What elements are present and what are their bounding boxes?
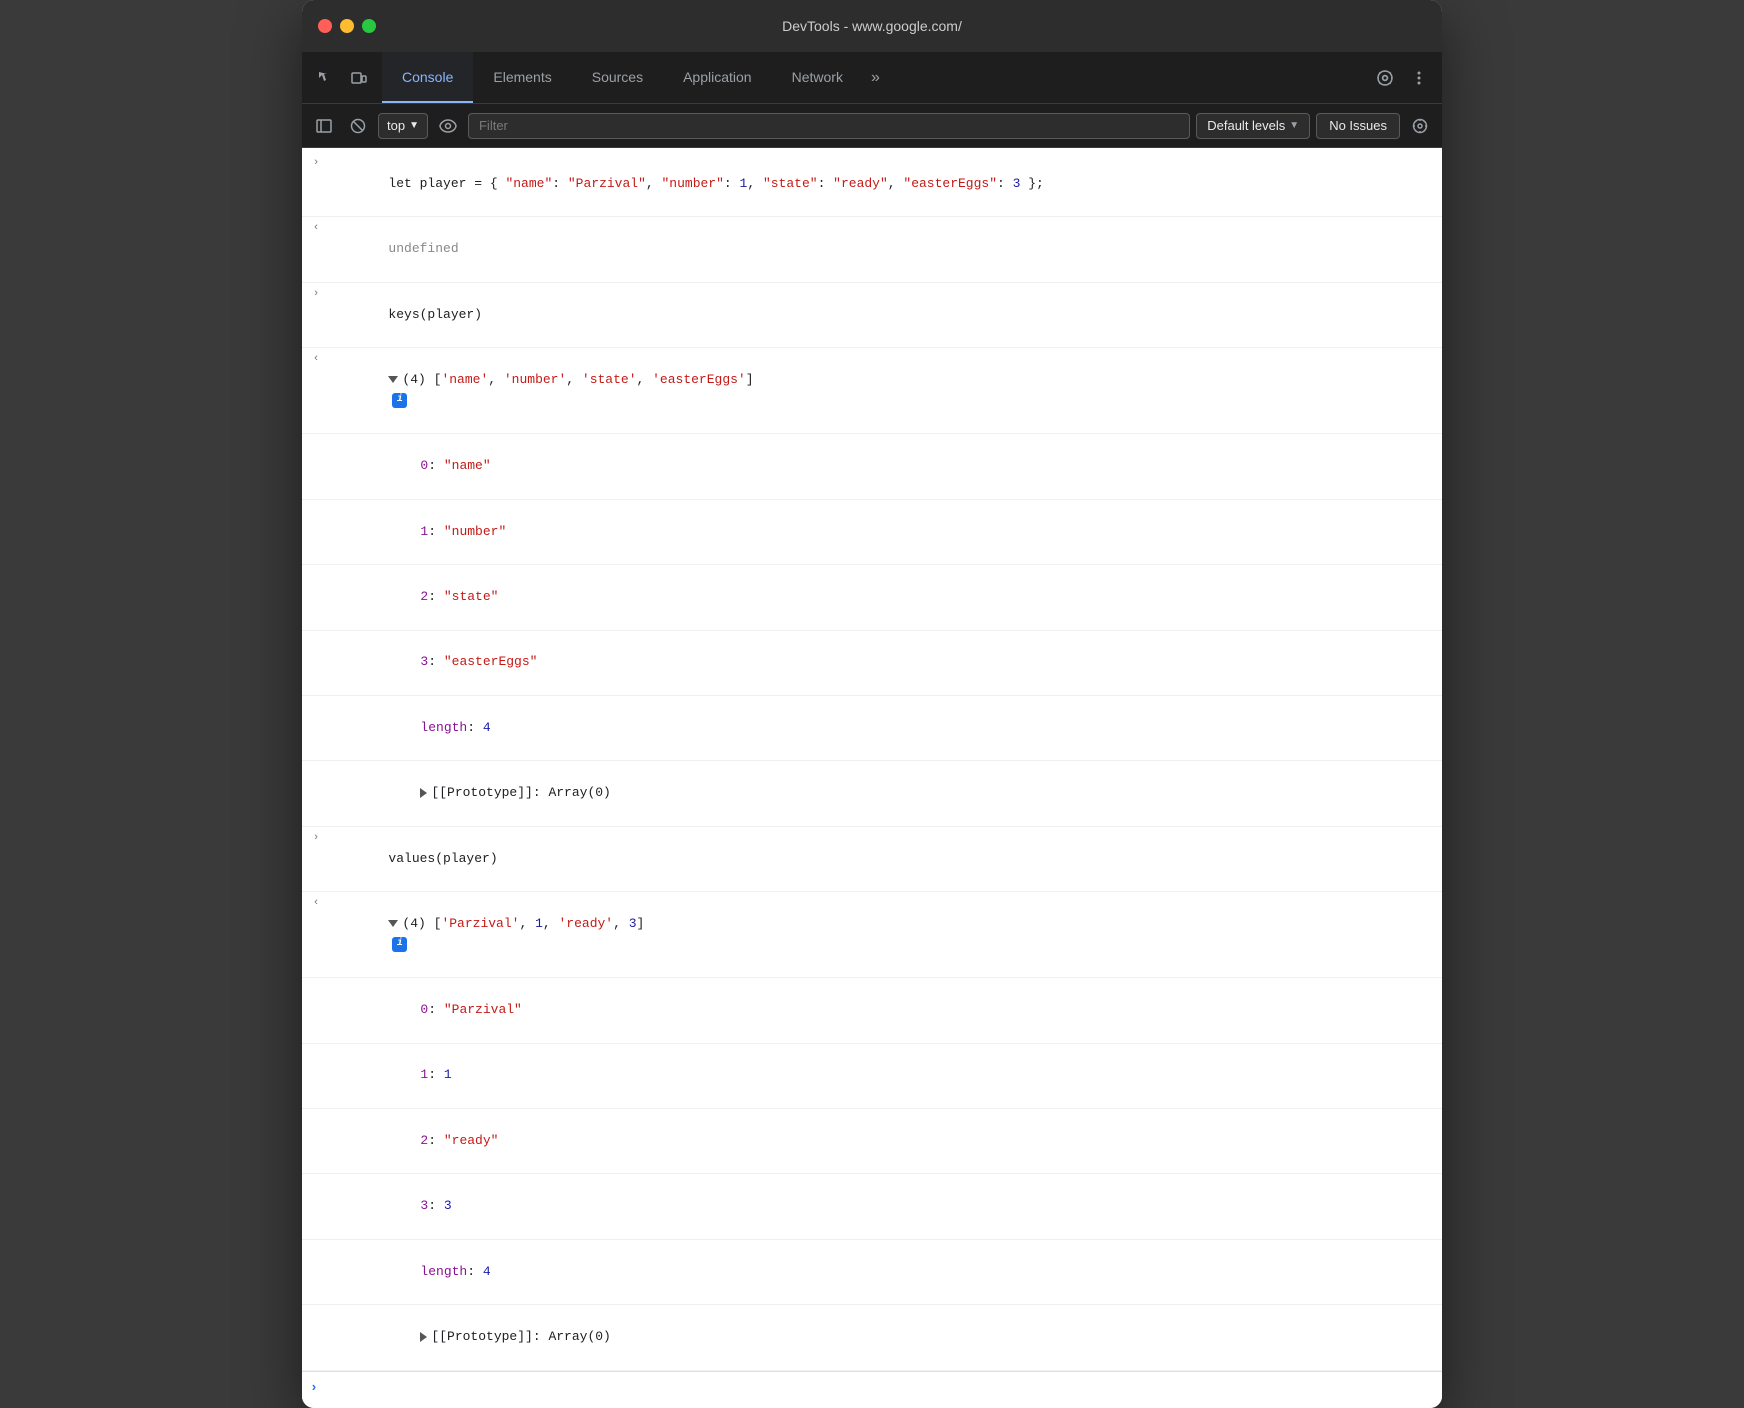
clear-console-icon[interactable] [344,112,372,140]
line-return-arrow-6: ‹ [306,893,326,913]
tab-application[interactable]: Application [663,52,772,103]
no-issues-button[interactable]: No Issues [1316,113,1400,139]
line-content-6: (4) ['Parzival', 1, 'ready', 3] i [326,893,1434,976]
devtools-window: DevTools - www.google.com/ Console Eleme [302,0,1442,1408]
indent-arrow-4c [338,566,358,568]
line-content-4a: 0: "name" [358,435,1434,497]
collapse-triangle-icon[interactable] [388,376,398,383]
indent-arrow-6d [338,1175,358,1177]
line-expand-arrow-5[interactable]: › [306,828,326,848]
title-bar: DevTools - www.google.com/ [302,0,1442,52]
console-line-4a: 0: "name" [302,434,1442,499]
console-line-1: › let player = { "name": "Parzival", "nu… [302,152,1442,217]
settings-gear-icon[interactable] [1370,63,1400,93]
context-selector[interactable]: top ▼ [378,113,428,139]
line-content-2: undefined [326,218,1434,280]
console-line-4b: 1: "number" [302,500,1442,565]
expand-prototype-icon-2[interactable] [420,1332,427,1342]
indent-arrow-4b [338,501,358,503]
tab-console[interactable]: Console [382,52,473,103]
info-badge-2[interactable]: i [392,937,407,952]
close-button[interactable] [318,19,332,33]
line-content-6e: length: 4 [358,1241,1434,1303]
console-line-6a: 0: "Parzival" [302,978,1442,1043]
tab-bar-right-icons [1362,52,1442,103]
line-return-arrow-2: ‹ [306,218,326,238]
console-line-6e: length: 4 [302,1240,1442,1305]
console-toolbar: top ▼ Default levels ▼ No Issues [302,104,1442,148]
console-line-6d: 3: 3 [302,1174,1442,1239]
console-line-4e: length: 4 [302,696,1442,761]
console-line-6f: [[Prototype]]: Array(0) [302,1305,1442,1370]
line-content-4c: 2: "state" [358,566,1434,628]
line-content-6b: 1: 1 [358,1045,1434,1107]
line-content-4f: [[Prototype]]: Array(0) [358,762,1434,824]
dropdown-arrow-icon: ▼ [409,120,419,131]
prompt-arrow-icon: › [310,1378,318,1399]
more-options-icon[interactable] [1404,63,1434,93]
window-title: DevTools - www.google.com/ [782,18,962,34]
maximize-button[interactable] [362,19,376,33]
console-line-6c: 2: "ready" [302,1109,1442,1174]
levels-dropdown-arrow-icon: ▼ [1289,120,1299,131]
console-line-6b: 1: 1 [302,1044,1442,1109]
indent-arrow-6e [338,1241,358,1243]
live-expressions-icon[interactable] [434,112,462,140]
info-badge-1[interactable]: i [392,393,407,408]
line-content-4e: length: 4 [358,697,1434,759]
line-expand-arrow-1[interactable]: › [306,153,326,173]
console-line-4c: 2: "state" [302,565,1442,630]
console-line-4d: 3: "easterEggs" [302,631,1442,696]
line-content-6d: 3: 3 [358,1175,1434,1237]
indent-arrow-4d [338,632,358,634]
line-return-arrow-4: ‹ [306,349,326,369]
default-levels-dropdown[interactable]: Default levels ▼ [1196,113,1310,139]
tabs-container: Console Elements Sources Application Net… [382,52,1362,103]
tab-bar-left-icons [302,52,382,103]
indent-arrow-6b [338,1045,358,1047]
minimize-button[interactable] [340,19,354,33]
tab-network[interactable]: Network [772,52,863,103]
traffic-lights [318,19,376,33]
collapse-triangle-icon-2[interactable] [388,920,398,927]
filter-input[interactable] [468,113,1190,139]
line-content-6f: [[Prototype]]: Array(0) [358,1306,1434,1368]
indent-arrow-6c [338,1110,358,1112]
line-content-4b: 1: "number" [358,501,1434,563]
console-line-6: ‹ (4) ['Parzival', 1, 'ready', 3] i [302,892,1442,978]
line-content-6a: 0: "Parzival" [358,979,1434,1041]
indent-arrow-4f [338,762,358,764]
tab-bar: Console Elements Sources Application Net… [302,52,1442,104]
console-input[interactable] [326,1381,1434,1396]
console-settings-icon[interactable] [1406,112,1434,140]
tab-elements[interactable]: Elements [473,52,571,103]
line-expand-arrow-3[interactable]: › [306,284,326,304]
line-content-3: keys(player) [326,284,1434,346]
console-line-2: ‹ undefined [302,217,1442,282]
console-prompt: › [302,1371,1442,1405]
indent-arrow-4a [338,435,358,437]
expand-prototype-icon[interactable] [420,788,427,798]
console-line-4: ‹ (4) ['name', 'number', 'state', 'easte… [302,348,1442,434]
indent-arrow-4e [338,697,358,699]
sidebar-toggle-icon[interactable] [310,112,338,140]
tab-sources[interactable]: Sources [572,52,663,103]
line-content-1: let player = { "name": "Parzival", "numb… [326,153,1434,215]
line-content-6c: 2: "ready" [358,1110,1434,1172]
inspect-element-icon[interactable] [310,63,340,93]
console-output: › let player = { "name": "Parzival", "nu… [302,148,1442,1408]
console-line-5: › values(player) [302,827,1442,892]
line-content-4: (4) ['name', 'number', 'state', 'easterE… [326,349,1434,432]
indent-arrow-6f [338,1306,358,1308]
console-line-4f: [[Prototype]]: Array(0) [302,761,1442,826]
line-content-4d: 3: "easterEggs" [358,632,1434,694]
indent-arrow-6a [338,979,358,981]
line-content-5: values(player) [326,828,1434,890]
tab-more-button[interactable]: » [863,52,888,103]
device-toolbar-icon[interactable] [344,63,374,93]
console-line-3: › keys(player) [302,283,1442,348]
